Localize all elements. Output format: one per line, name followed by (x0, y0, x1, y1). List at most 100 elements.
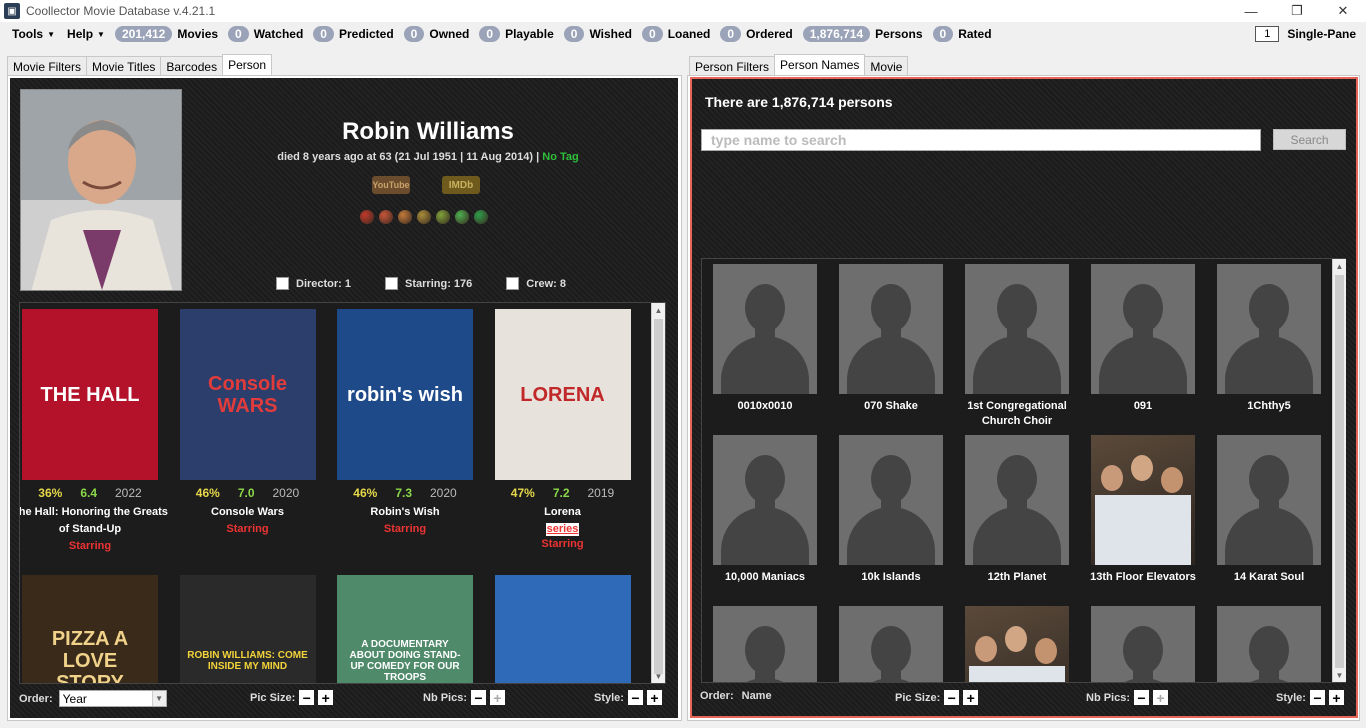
right-tab-0[interactable]: Person Filters (689, 56, 776, 75)
person-name-label[interactable]: 1Chthy5 (1206, 399, 1332, 414)
scroll-up-icon[interactable]: ▲ (652, 303, 665, 317)
nb-pics-plus-button[interactable]: + (490, 690, 506, 705)
person-card[interactable]: 14 Karat Soul (1206, 435, 1332, 585)
person-card[interactable]: 12th Planet (954, 435, 1080, 585)
movie-poster[interactable]: LORENA (494, 309, 631, 480)
help-menu[interactable]: Help ▼ (67, 27, 105, 41)
person-name-label[interactable]: 0010x0010 (702, 399, 828, 414)
person-search-input[interactable]: type name to search (701, 129, 1261, 151)
person-placeholder-icon[interactable] (713, 435, 817, 565)
crew-checkbox[interactable] (506, 277, 520, 290)
person-card[interactable]: 1st Congregational Church Choir (954, 264, 1080, 429)
person-card[interactable]: 13th Floor Elevators (1080, 435, 1206, 585)
starring-filter[interactable]: Starring: 176 (385, 277, 472, 290)
movie-title[interactable]: The Hall: Honoring the Greats of Stand-U… (20, 504, 169, 538)
imdb-link[interactable]: IMDb (442, 176, 480, 194)
person-placeholder-icon[interactable] (965, 264, 1069, 394)
single-pane-count[interactable]: 1 (1255, 26, 1280, 42)
left-tab-1[interactable]: Movie Titles (86, 56, 162, 75)
style-plus-button[interactable]: + (646, 690, 662, 705)
pic-size-minus-button[interactable]: − (299, 690, 315, 705)
person-photo[interactable] (965, 606, 1069, 682)
movie-card[interactable]: A DOCUMENTARY ABOUT DOING STAND-UP COMED… (326, 575, 484, 683)
movie-card[interactable]: robin's wish 46% 7.3 2020 Robin's Wish Starri… (326, 309, 484, 538)
person-photo[interactable] (1091, 435, 1195, 565)
scroll-thumb[interactable] (654, 319, 663, 674)
minimize-button[interactable]: — (1228, 0, 1274, 22)
person-card[interactable]: 070 Shake (828, 264, 954, 414)
person-tag[interactable]: No Tag (542, 151, 578, 163)
stat-3[interactable]: 0 Owned (403, 26, 469, 42)
scroll-down-icon[interactable]: ▼ (1333, 668, 1346, 682)
rating-face-icon[interactable] (360, 210, 374, 224)
stat-0[interactable]: 201,412 Movies (114, 26, 218, 42)
person-name-label[interactable]: 1st Congregational Church Choir (954, 399, 1080, 429)
person-placeholder-icon[interactable] (713, 264, 817, 394)
stat-5[interactable]: 0 Wished (563, 26, 632, 42)
stat-9[interactable]: 0 Rated (932, 26, 992, 42)
stat-6[interactable]: 0 Loaned (642, 26, 710, 42)
person-placeholder-icon[interactable] (839, 435, 943, 565)
stat-8[interactable]: 1,876,714 Persons (802, 26, 923, 42)
pic-size-plus-button[interactable]: + (963, 690, 979, 705)
movie-poster[interactable]: PIZZA A LOVE STORY (22, 575, 158, 683)
person-card[interactable] (1080, 606, 1206, 682)
person-card[interactable]: 091 (1080, 264, 1206, 414)
rating-face-icon[interactable] (436, 210, 450, 224)
person-placeholder-icon[interactable] (839, 606, 943, 682)
person-name-label[interactable]: 091 (1080, 399, 1206, 414)
nb-pics-plus-button[interactable]: + (1153, 690, 1169, 705)
person-placeholder-icon[interactable] (1091, 606, 1195, 682)
scroll-down-icon[interactable]: ▼ (652, 669, 665, 683)
person-placeholder-icon[interactable] (839, 264, 943, 394)
movie-card[interactable]: ROBIN WILLIAMS: COME INSIDE MY MIND (169, 575, 327, 683)
rating-face-icon[interactable] (398, 210, 412, 224)
left-tab-2[interactable]: Barcodes (160, 56, 224, 75)
person-name-label[interactable]: 13th Floor Elevators (1080, 570, 1206, 585)
order-select[interactable]: Year ▼ (58, 690, 167, 707)
style-plus-button[interactable]: + (1328, 690, 1344, 705)
style-minus-button[interactable]: − (627, 690, 643, 705)
movie-card[interactable] (484, 575, 642, 683)
rating-face-icon[interactable] (455, 210, 469, 224)
person-placeholder-icon[interactable] (713, 606, 817, 682)
youtube-link[interactable]: YouTube (372, 176, 410, 194)
rating-face-icon[interactable] (379, 210, 393, 224)
nb-pics-minus-button[interactable]: − (471, 690, 487, 705)
rating-face-icon[interactable] (417, 210, 431, 224)
person-card[interactable] (702, 606, 828, 682)
crew-filter[interactable]: Crew: 8 (506, 277, 566, 290)
movie-poster[interactable]: A DOCUMENTARY ABOUT DOING STAND-UP COMED… (337, 575, 473, 683)
search-button[interactable]: Search (1273, 129, 1346, 150)
scroll-thumb[interactable] (1335, 275, 1344, 668)
nb-pics-minus-button[interactable]: − (1134, 690, 1150, 705)
movie-card[interactable]: LORENA 47% 7.2 2019 Lorena series Starring (484, 309, 642, 553)
movie-poster[interactable]: THE HALL (22, 309, 158, 480)
right-tab-1[interactable]: Person Names (774, 54, 866, 75)
movie-title[interactable]: Lorena (484, 504, 642, 521)
scroll-up-icon[interactable]: ▲ (1333, 259, 1346, 273)
restore-button[interactable]: ❐ (1274, 0, 1320, 22)
pic-size-minus-button[interactable]: − (944, 690, 960, 705)
director-checkbox[interactable] (276, 277, 289, 290)
movie-poster[interactable]: Console WARS (179, 309, 316, 480)
person-placeholder-icon[interactable] (1217, 435, 1321, 565)
person-placeholder-icon[interactable] (1091, 264, 1195, 394)
person-card[interactable]: 10k Islands (828, 435, 954, 585)
left-tab-0[interactable]: Movie Filters (7, 56, 88, 75)
person-card[interactable] (828, 606, 954, 682)
right-tab-2[interactable]: Movie (864, 56, 909, 75)
director-filter[interactable]: Director: 1 (276, 277, 351, 290)
person-name-label[interactable]: 10,000 Maniacs (702, 570, 828, 585)
person-name-label[interactable]: 14 Karat Soul (1206, 570, 1332, 585)
person-placeholder-icon[interactable] (1217, 606, 1321, 682)
left-tab-3[interactable]: Person (222, 54, 273, 75)
stat-1[interactable]: 0 Watched (228, 26, 303, 42)
person-card[interactable]: 1Chthy5 (1206, 264, 1332, 414)
stat-4[interactable]: 0 Playable (479, 26, 554, 42)
person-card[interactable] (954, 606, 1080, 682)
movie-title[interactable]: Robin's Wish (326, 504, 484, 521)
movie-card[interactable]: PIZZA A LOVE STORY (20, 575, 169, 683)
movie-poster[interactable]: robin's wish (337, 309, 473, 480)
movie-grid-scrollbar[interactable]: ▲ ▼ (651, 303, 665, 683)
